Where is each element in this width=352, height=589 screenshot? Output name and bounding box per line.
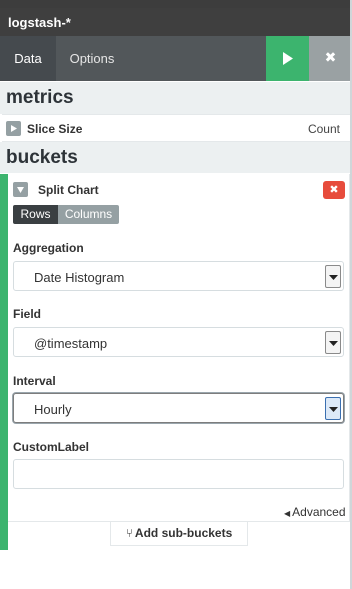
metric-label: Slice Size <box>27 122 83 136</box>
custom-label-input[interactable] <box>13 459 344 489</box>
bucket-agg-panel: Split Chart ✖ Rows Columns Aggregation D… <box>0 174 352 550</box>
bucket-color-bar <box>0 174 8 550</box>
chevron-down-icon <box>329 407 338 412</box>
aggregation-label: Aggregation <box>13 241 84 255</box>
split-columns-button[interactable]: Columns <box>58 205 119 224</box>
tab-options[interactable]: Options <box>56 36 128 81</box>
dropdown-arrow-button[interactable] <box>325 397 341 420</box>
dropdown-arrow-button[interactable] <box>325 331 341 354</box>
caret-right-icon <box>11 125 17 132</box>
advanced-label: Advanced <box>292 505 346 519</box>
index-pattern-bar: logstash-* <box>0 8 352 36</box>
chevron-down-icon <box>329 341 338 346</box>
chevron-down-icon <box>329 275 338 280</box>
expand-toggle-button[interactable] <box>6 121 21 136</box>
index-pattern-title: logstash-* <box>8 15 71 30</box>
metric-row-slice-size[interactable]: Slice Size Count <box>2 114 350 142</box>
top-strip <box>0 0 352 8</box>
bucket-agg-label: Split Chart <box>38 183 99 197</box>
interval-value: Hourly <box>34 402 72 417</box>
interval-label: Interval <box>13 374 56 388</box>
custom-label-label: CustomLabel <box>13 440 90 454</box>
close-icon: ✖ <box>329 184 339 196</box>
split-rows-button[interactable]: Rows <box>13 205 58 224</box>
field-select[interactable]: @timestamp <box>13 327 344 357</box>
caret-left-icon: ◀ <box>284 509 291 518</box>
aggregation-select[interactable]: Date Histogram <box>13 261 344 291</box>
metrics-section-header: metrics <box>0 82 352 114</box>
field-label: Field <box>13 307 42 321</box>
interval-select[interactable]: Hourly <box>13 393 344 423</box>
close-icon: ✖ <box>324 49 337 65</box>
aggregation-value: Date Histogram <box>34 270 125 285</box>
buckets-section-header: buckets <box>0 142 352 173</box>
tab-data[interactable]: Data <box>0 36 56 81</box>
apply-changes-button[interactable] <box>266 36 309 81</box>
bucket-agg-body: Split Chart ✖ Rows Columns Aggregation D… <box>8 174 350 522</box>
add-sub-buckets-button[interactable]: ⑂ Add sub-buckets <box>110 522 248 546</box>
branch-icon: ⑂ <box>125 526 133 540</box>
dropdown-arrow-button[interactable] <box>325 265 341 288</box>
editor-tabbar: Data Options ✖ <box>0 36 352 81</box>
play-icon <box>283 52 293 65</box>
metrics-heading: metrics <box>6 87 74 108</box>
collapse-toggle-button[interactable] <box>13 182 28 197</box>
advanced-toggle-link[interactable]: ◀ Advanced <box>284 505 346 519</box>
add-sub-buckets-label: Add sub-buckets <box>134 526 233 540</box>
discard-changes-button[interactable]: ✖ <box>309 36 352 81</box>
caret-down-icon <box>17 187 24 193</box>
remove-agg-button[interactable]: ✖ <box>323 181 345 199</box>
field-value: @timestamp <box>34 336 108 351</box>
metric-aggregation: Count <box>307 122 340 136</box>
buckets-heading: buckets <box>6 147 78 168</box>
